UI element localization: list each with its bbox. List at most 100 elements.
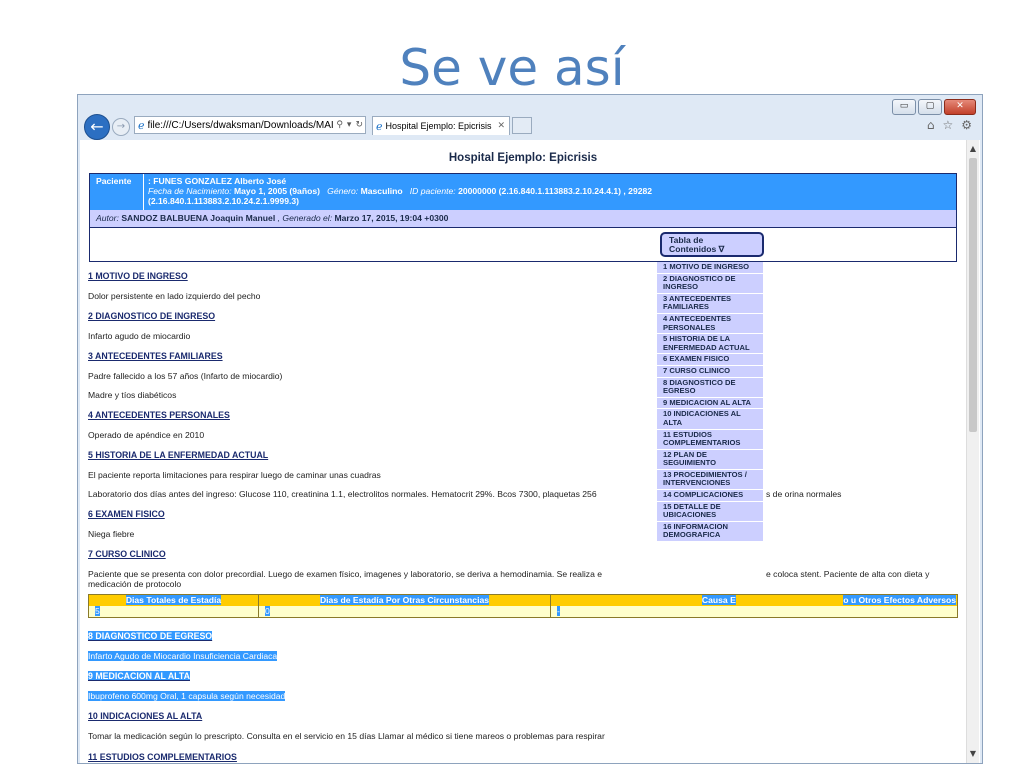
- section-4-text: Operado de apéndice en 2010: [88, 430, 205, 440]
- stay-col-1-header: Dias Totales de Estadía: [89, 595, 258, 606]
- stay-col-3-value: -: [551, 606, 957, 617]
- tab-title[interactable]: Hospital Ejemplo: Epicrisis: [386, 121, 494, 131]
- birth-label: Fecha de Nacimiento:: [148, 186, 232, 196]
- new-tab-button[interactable]: [512, 117, 532, 134]
- stay-col-1: Dias Totales de Estadía 5: [89, 595, 259, 617]
- browser-window: ▭ ▢ ✕ ← → ℯ file:///C:/Users/dwaksman/Do…: [77, 94, 983, 764]
- page-viewport: Hospital Ejemplo: Epicrisis Paciente : F…: [80, 140, 980, 763]
- ie-page-icon: ℯ: [138, 118, 145, 132]
- section-7-text-c: medicación de protocolo: [88, 579, 182, 589]
- stay-col-1-value: 5: [89, 606, 258, 617]
- ie-tab-icon: ℯ: [376, 119, 383, 133]
- section-9-heading[interactable]: 9 MEDICACION AL ALTA: [88, 671, 190, 681]
- author-row: Autor: SANDOZ BALBUENA Joaquin Manuel , …: [90, 210, 956, 227]
- section-7-text-b: e coloca stent. Paciente de alta con die…: [766, 569, 930, 579]
- toc-item-10[interactable]: 10 INDICACIONES AL ALTA: [657, 409, 763, 430]
- arrow-right-icon: →: [116, 121, 126, 132]
- section-3-heading[interactable]: 3 ANTECEDENTES FAMILIARES: [88, 351, 223, 361]
- toc-button[interactable]: Tabla de Contenidos ∇: [660, 232, 764, 257]
- section-10-text: Tomar la medicación según lo prescripto.…: [88, 731, 605, 741]
- arrow-left-icon: ←: [90, 117, 104, 136]
- toc-item-14[interactable]: 14 COMPLICACIONES: [657, 490, 763, 502]
- vertical-scrollbar[interactable]: ▲ ▼: [966, 140, 979, 763]
- toc-item-6[interactable]: 6 EXAMEN FISICO: [657, 354, 763, 366]
- toc-item-11[interactable]: 11 ESTUDIOS COMPLEMENTARIOS: [657, 429, 763, 450]
- section-4-heading[interactable]: 4 ANTECEDENTES PERSONALES: [88, 410, 230, 420]
- section-5-text-2a: Laboratorio dos días antes del ingreso: …: [88, 489, 597, 499]
- section-3-text-2: Madre y tíos diabéticos: [88, 390, 177, 400]
- toc-item-13[interactable]: 13 PROCEDIMIENTOS / INTERVENCIONES: [657, 469, 763, 491]
- generated-value: Marzo 17, 2015, 19:04 +0300: [334, 213, 449, 223]
- section-9-text: Ibuprofeno 600mg Oral, 1 capsula según n…: [88, 691, 286, 701]
- stay-col-3-header-start: Causa E: [701, 595, 736, 605]
- scroll-down-icon[interactable]: ▼: [968, 749, 978, 759]
- stay-table: Dias Totales de Estadía 5 Dias de Estadí…: [88, 594, 958, 618]
- toc-item-9[interactable]: 9 MEDICACION AL ALTA: [657, 397, 763, 410]
- toc-item-15[interactable]: 15 DETALLE DE UBICACIONES: [657, 501, 763, 522]
- gender-label: Género:: [327, 186, 359, 196]
- section-1-heading[interactable]: 1 MOTIVO DE INGRESO: [88, 271, 188, 281]
- patient-row: Paciente : FUNES GONZALEZ Alberto José F…: [90, 174, 956, 210]
- toc-menu: 1 MOTIVO DE INGRESO 2 DIAGNOSTICO DE ING…: [657, 262, 763, 543]
- toc-item-12[interactable]: 12 PLAN DE SEGUIMIENTO: [657, 449, 763, 470]
- address-text[interactable]: file:///C:/Users/dwaksman/Downloads/MAIS…: [148, 120, 335, 131]
- favorites-star-icon[interactable]: ☆: [942, 118, 953, 132]
- id-label: ID paciente:: [409, 186, 456, 196]
- toc-item-4[interactable]: 4 ANTECEDENTES PERSONALES: [657, 313, 763, 335]
- browser-tab[interactable]: ℯ Hospital Ejemplo: Epicrisis ✕: [372, 116, 510, 135]
- document-page: Hospital Ejemplo: Epicrisis Paciente : F…: [88, 140, 958, 763]
- generated-label: , Generado el:: [277, 213, 333, 223]
- back-button[interactable]: ←: [84, 114, 110, 140]
- patient-label: Paciente: [90, 174, 144, 210]
- toc-item-16[interactable]: 16 INFORMACION DEMOGRAFICA: [657, 521, 763, 543]
- search-icon[interactable]: ⚲: [334, 120, 345, 130]
- author-name: SANDOZ BALBUENA Joaquin Manuel: [121, 213, 276, 223]
- section-8-heading[interactable]: 8 DIAGNOSTICO DE EGRESO: [88, 631, 213, 641]
- stay-col-2-value: 0: [259, 606, 550, 617]
- refresh-icon[interactable]: ↻: [353, 120, 365, 130]
- toc-item-3[interactable]: 3 ANTECEDENTES FAMILIARES: [657, 293, 763, 314]
- section-2-heading[interactable]: 2 DIAGNOSTICO DE INGRESO: [88, 311, 215, 321]
- settings-gear-icon[interactable]: ⚙: [961, 118, 972, 132]
- document-title: Hospital Ejemplo: Epicrisis: [448, 152, 598, 164]
- patient-header: Paciente : FUNES GONZALEZ Alberto José F…: [89, 173, 957, 228]
- toc-item-2[interactable]: 2 DIAGNOSTICO DE INGRESO: [657, 273, 763, 294]
- section-5-text-2b: s de orina normales: [766, 489, 842, 499]
- id-value-2: (2.16.840.1.113883.2.10.24.2.1.9999.3): [148, 196, 299, 206]
- section-6-text: Niega fiebre: [88, 529, 135, 539]
- section-8-text: Infarto Agudo de Miocardio Insuficiencia…: [88, 651, 278, 661]
- birth-value: Mayo 1, 2005 (9años): [233, 186, 320, 196]
- home-icon[interactable]: ⌂: [927, 118, 935, 132]
- toc-button-label-2: Contenidos ∇: [669, 244, 725, 254]
- id-value: 20000000 (2.16.840.1.113883.2.10.24.4.1)…: [458, 186, 653, 196]
- gender-value: Masculino: [360, 186, 403, 196]
- section-10-heading[interactable]: 10 INDICACIONES AL ALTA: [88, 711, 202, 721]
- toc-frame: Tabla de Contenidos ∇: [89, 228, 957, 262]
- scrollbar-thumb[interactable]: [969, 158, 977, 432]
- slide-title: Se ve así: [399, 39, 625, 97]
- stay-col-2-header: Dias de Estadía Por Otras Circunstancias: [259, 595, 550, 606]
- scroll-up-icon[interactable]: ▲: [968, 144, 978, 154]
- section-5-heading[interactable]: 5 HISTORIA DE LA ENFERMEDAD ACTUAL: [88, 450, 268, 460]
- author-label: Autor:: [96, 213, 119, 223]
- forward-button[interactable]: →: [112, 118, 130, 136]
- toc-item-5[interactable]: 5 HISTORIA DE LA ENFERMEDAD ACTUAL: [657, 334, 763, 355]
- toolbar-icons: ⌂ ☆ ⚙: [927, 118, 972, 132]
- toc-item-8[interactable]: 8 DIAGNOSTICO DE EGRESO: [657, 377, 763, 398]
- address-bar[interactable]: ℯ file:///C:/Users/dwaksman/Downloads/MA…: [134, 116, 366, 134]
- section-2-text: Infarto agudo de miocardio: [88, 331, 191, 341]
- section-3-text-1: Padre fallecido a los 57 años (Infarto d…: [88, 371, 283, 381]
- section-7-text-a: Paciente que se presenta con dolor preco…: [88, 569, 603, 579]
- toc-item-1[interactable]: 1 MOTIVO DE INGRESO: [657, 262, 763, 274]
- section-7-heading[interactable]: 7 CURSO CLINICO: [88, 549, 166, 559]
- patient-name: : FUNES GONZALEZ Alberto José: [148, 176, 287, 186]
- dropdown-icon[interactable]: ▾: [345, 120, 354, 130]
- patient-info: : FUNES GONZALEZ Alberto José Fecha de N…: [148, 176, 948, 206]
- toc-item-7[interactable]: 7 CURSO CLINICO: [657, 365, 763, 378]
- tab-close-icon[interactable]: ✕: [493, 121, 509, 131]
- navigation-bar: ← → ℯ file:///C:/Users/dwaksman/Download…: [82, 113, 978, 140]
- section-11-heading[interactable]: 11 ESTUDIOS COMPLEMENTARIOS: [88, 752, 237, 762]
- stay-col-2: Dias de Estadía Por Otras Circunstancias…: [259, 595, 551, 617]
- section-6-heading[interactable]: 6 EXAMEN FISICO: [88, 509, 165, 519]
- stay-col-3-header-end: o u Otros Efectos Adversos: [843, 595, 957, 605]
